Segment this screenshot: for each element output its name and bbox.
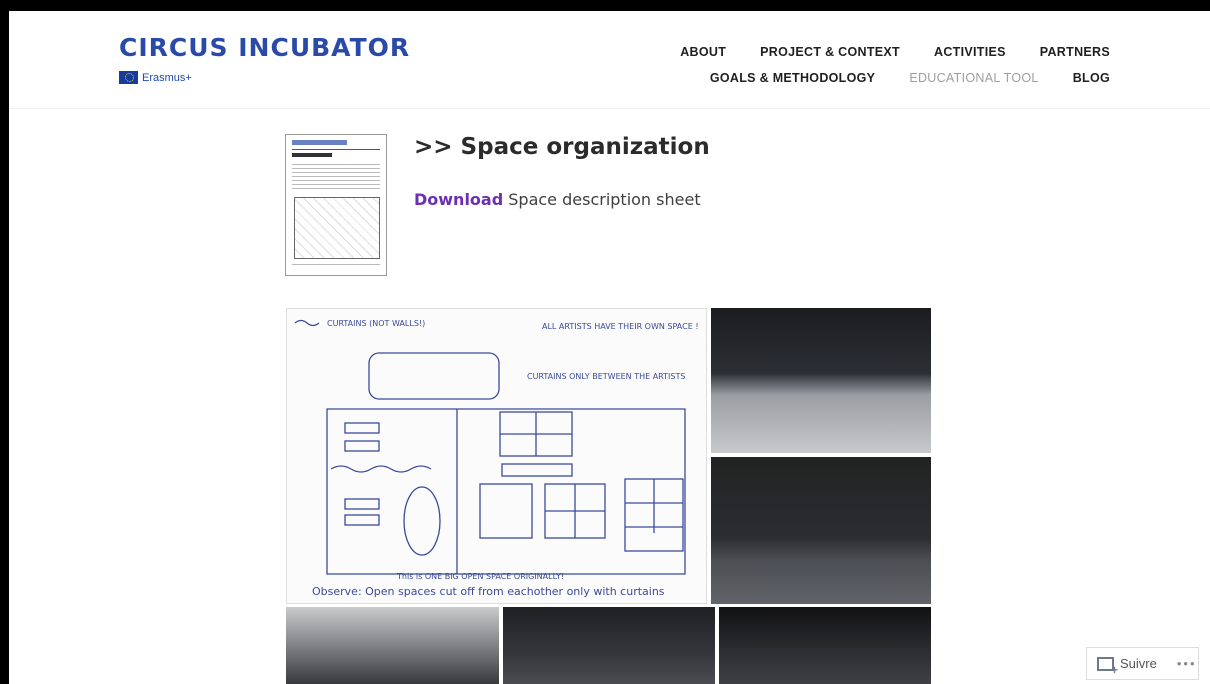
download-line: Download Space description sheet: [414, 190, 701, 209]
erasmus-label: Erasmus+: [142, 71, 192, 84]
photo-rigging-space[interactable]: [719, 607, 931, 684]
more-options-icon[interactable]: •••: [1177, 656, 1197, 671]
space-sketch-image[interactable]: CURTAINS (NOT WALLS!) ALL ARTISTS HAVE T…: [286, 308, 707, 604]
follow-label: Suivre: [1120, 656, 1157, 671]
sketch-curtain-note: CURTAINS ONLY BETWEEN THE ARTISTS: [527, 372, 685, 381]
window-edge: [0, 11, 9, 684]
nav-row-2: GOALS & METHODOLOGY EDUCATIONAL TOOL BLO…: [680, 65, 1110, 91]
sketch-heading-left: CURTAINS (NOT WALLS!): [327, 319, 425, 328]
nav-blog[interactable]: BLOG: [1073, 71, 1110, 85]
nav-educational-tool[interactable]: EDUCATIONAL TOOL: [909, 71, 1038, 85]
photo-curtain-corridor[interactable]: [503, 607, 715, 684]
main-navigation: ABOUT PROJECT & CONTEXT ACTIVITIES PARTN…: [680, 39, 1110, 91]
erasmus-badge: Erasmus+: [119, 71, 192, 84]
nav-project-context[interactable]: PROJECT & CONTEXT: [760, 45, 900, 59]
follow-button[interactable]: Suivre •••: [1086, 647, 1199, 680]
sketch-drawing: CURTAINS (NOT WALLS!) ALL ARTISTS HAVE T…: [294, 319, 699, 598]
photo-venue-overview[interactable]: [711, 308, 931, 453]
download-description: Space description sheet: [503, 190, 701, 209]
site-header: CIRCUS INCUBATOR Erasmus+ ABOUT PROJECT …: [9, 11, 1210, 109]
nav-activities[interactable]: ACTIVITIES: [934, 45, 1006, 59]
nav-partners[interactable]: PARTNERS: [1040, 45, 1110, 59]
photo-group-meeting[interactable]: [286, 607, 499, 684]
photo-curtained-space[interactable]: [711, 457, 931, 604]
sketch-bottom-note-1: This is ONE BIG OPEN SPACE ORIGINALLY!: [396, 572, 564, 581]
sketch-bottom-note-2: Observe: Open spaces cut off from eachot…: [312, 585, 665, 598]
page-title: >> Space organization: [414, 134, 710, 160]
follow-icon: [1097, 656, 1118, 677]
site-logo[interactable]: CIRCUS INCUBATOR: [119, 33, 410, 62]
download-link[interactable]: Download: [414, 190, 503, 209]
eu-flag-icon: [119, 71, 138, 84]
nav-goals-methodology[interactable]: GOALS & METHODOLOGY: [710, 71, 875, 85]
space-description-thumbnail[interactable]: [285, 134, 387, 276]
nav-about[interactable]: ABOUT: [680, 45, 726, 59]
sketch-heading-right: ALL ARTISTS HAVE THEIR OWN SPACE !: [542, 322, 699, 331]
nav-row-1: ABOUT PROJECT & CONTEXT ACTIVITIES PARTN…: [680, 39, 1110, 65]
